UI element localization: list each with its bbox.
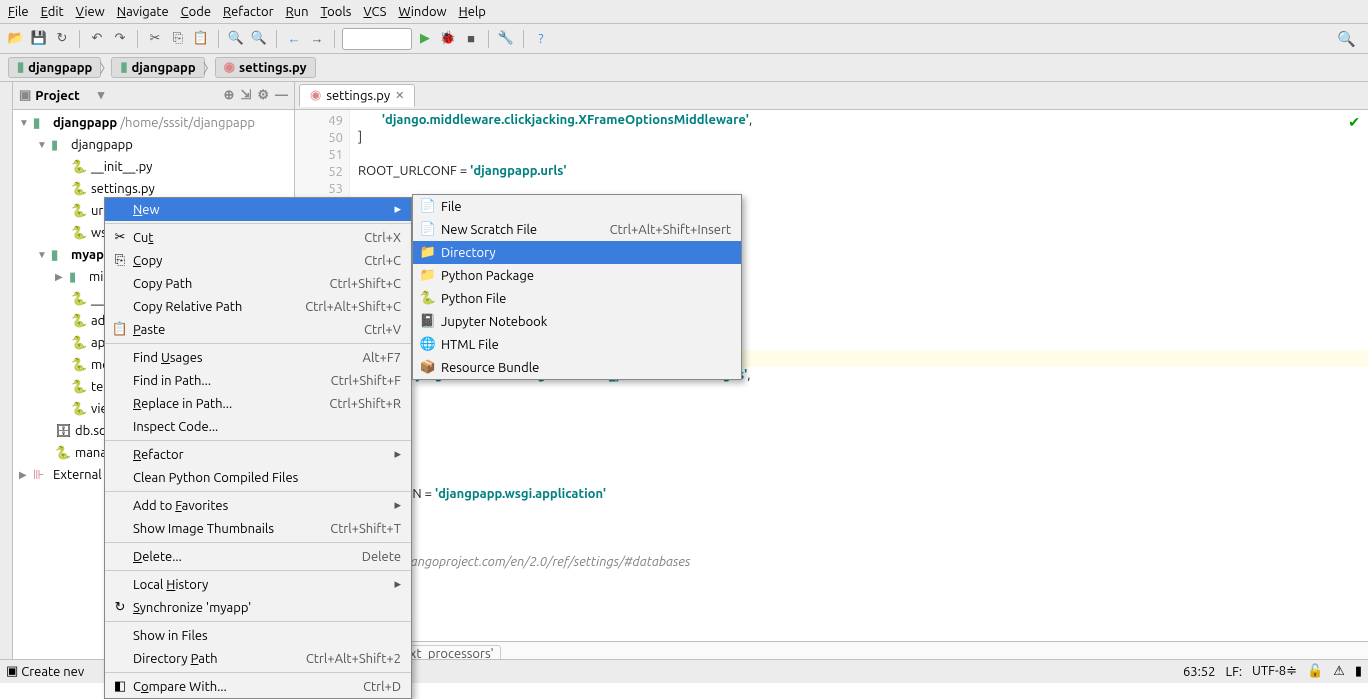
menu-edit[interactable]: Edit bbox=[41, 5, 64, 19]
menu-item[interactable]: 📋PasteCtrl+V bbox=[105, 318, 411, 341]
breadcrumb-pkg[interactable]: ▮djangpapp bbox=[111, 57, 204, 78]
menu-item[interactable]: ◧Compare With...Ctrl+D bbox=[105, 675, 411, 698]
menu-item[interactable]: Directory PathCtrl+Alt+Shift+2 bbox=[105, 647, 411, 670]
left-gutter bbox=[0, 82, 13, 665]
menu-help[interactable]: Help bbox=[459, 5, 486, 19]
menu-item[interactable]: Show Image ThumbnailsCtrl+Shift+T bbox=[105, 517, 411, 540]
new-submenu[interactable]: 📄File📄New Scratch FileCtrl+Alt+Shift+Ins… bbox=[412, 194, 742, 380]
crumb-label: settings.py bbox=[239, 61, 307, 75]
tree-label: __init__.py bbox=[91, 160, 152, 174]
menu-item[interactable]: 📁Directory bbox=[413, 241, 741, 264]
context-menu[interactable]: New▸ ✂CutCtrl+X⎘CopyCtrl+CCopy PathCtrl+S… bbox=[104, 197, 412, 699]
breadcrumb-root[interactable]: ▮djangpapp bbox=[8, 57, 101, 78]
tree-label: db.sq bbox=[75, 424, 107, 438]
status-hint-icon: ▣ bbox=[6, 664, 18, 679]
crumb-label: djangpapp bbox=[28, 61, 92, 75]
menu-item[interactable]: 📁Python Package bbox=[413, 264, 741, 287]
menu-item[interactable]: 🌐HTML File bbox=[413, 333, 741, 356]
run-icon[interactable]: ▶ bbox=[415, 29, 435, 49]
menu-item[interactable]: Replace in Path...Ctrl+Shift+R bbox=[105, 392, 411, 415]
save-icon[interactable]: 💾 bbox=[29, 29, 49, 49]
menu-run[interactable]: Run bbox=[286, 5, 309, 19]
menu-navigate[interactable]: Navigate bbox=[117, 5, 169, 19]
crumb-label: djangpapp bbox=[131, 61, 195, 75]
menu-item[interactable]: Show in Files bbox=[105, 624, 411, 647]
refresh-icon[interactable]: ↻ bbox=[52, 29, 72, 49]
hector-icon[interactable]: ⚠ bbox=[1333, 664, 1345, 679]
run-config-combo[interactable] bbox=[342, 28, 412, 50]
zoom-out-icon[interactable]: 🔍 bbox=[249, 29, 269, 49]
project-icon: ▣ bbox=[19, 88, 31, 103]
tab-settings[interactable]: ◉settings.py✕ bbox=[299, 84, 415, 107]
menu-item[interactable]: Clean Python Compiled Files bbox=[105, 466, 411, 489]
menu-item[interactable]: ⎘CopyCtrl+C bbox=[105, 249, 411, 272]
tree-label: mana bbox=[75, 446, 107, 460]
menu-item[interactable]: Find in Path...Ctrl+Shift+F bbox=[105, 369, 411, 392]
back-icon[interactable]: ← bbox=[284, 29, 304, 49]
status-sep[interactable]: LF: bbox=[1225, 665, 1242, 679]
inspection-marker[interactable]: ✔ bbox=[1348, 114, 1360, 131]
fwd-icon[interactable]: → bbox=[307, 29, 327, 49]
stop-icon[interactable]: ■ bbox=[461, 29, 481, 49]
menu-item[interactable]: Copy PathCtrl+Shift+C bbox=[105, 272, 411, 295]
menu-item[interactable]: 🐍Python File bbox=[413, 287, 741, 310]
status-text: Create nev bbox=[21, 665, 84, 679]
toolbar: 📂 💾 ↻ ↶ ↷ ✂ ⎘ 📋 🔍 🔍 ← → ▶ 🐞 ■ 🔧 ? 🔍 bbox=[0, 24, 1368, 54]
copy-icon[interactable]: ⎘ bbox=[168, 29, 188, 49]
tree-label: External bbox=[53, 468, 102, 482]
settings-icon[interactable]: 🔧 bbox=[496, 29, 516, 49]
status-encoding[interactable]: UTF-8≑ bbox=[1252, 664, 1297, 679]
paste-icon[interactable]: 📋 bbox=[191, 29, 211, 49]
menu-view[interactable]: View bbox=[76, 5, 105, 19]
menu-item[interactable]: 📄New Scratch FileCtrl+Alt+Shift+Insert bbox=[413, 218, 741, 241]
undo-icon[interactable]: ↶ bbox=[87, 29, 107, 49]
menu-item[interactable]: ✂CutCtrl+X bbox=[105, 226, 411, 249]
project-header[interactable]: ▣ Project ▾ ⊕ ⇲ ⚙ — bbox=[13, 82, 294, 110]
zoom-in-icon[interactable]: 🔍 bbox=[226, 29, 246, 49]
menu-item[interactable]: 📄File bbox=[413, 195, 741, 218]
search-icon[interactable]: 🔍 bbox=[1337, 30, 1362, 48]
menu-item[interactable]: Refactor▸ bbox=[105, 443, 411, 466]
status-position[interactable]: 63:52 bbox=[1183, 665, 1216, 679]
hide-icon[interactable]: — bbox=[275, 88, 288, 103]
menu-item[interactable]: 📓Jupyter Notebook bbox=[413, 310, 741, 333]
menu-item[interactable]: Delete...Delete bbox=[105, 545, 411, 568]
debug-icon[interactable]: 🐞 bbox=[438, 29, 458, 49]
editor-tabbar: ◉settings.py✕ bbox=[295, 82, 1368, 110]
tab-label: settings.py bbox=[326, 89, 390, 103]
menu-item[interactable]: Copy Relative PathCtrl+Alt+Shift+C bbox=[105, 295, 411, 318]
menu-item[interactable]: 📦Resource Bundle bbox=[413, 356, 741, 379]
cut-icon[interactable]: ✂ bbox=[145, 29, 165, 49]
menu-file[interactable]: File bbox=[8, 5, 29, 19]
menu-item[interactable]: ↻Synchronize 'myapp' bbox=[105, 596, 411, 619]
collapse-icon[interactable]: ⇲ bbox=[240, 88, 251, 103]
menu-tools[interactable]: Tools bbox=[321, 5, 352, 19]
redo-icon[interactable]: ↷ bbox=[110, 29, 130, 49]
breadcrumb-bar: ▮djangpapp ▮djangpapp ◉settings.py bbox=[0, 54, 1368, 82]
menu-item[interactable]: Inspect Code... bbox=[105, 415, 411, 438]
tree-label: settings.py bbox=[91, 182, 155, 196]
menu-vcs[interactable]: VCS bbox=[363, 5, 386, 19]
tree-path: /home/sssit/djangpapp bbox=[120, 116, 255, 130]
menu-window[interactable]: Window bbox=[398, 5, 446, 19]
close-icon[interactable]: ✕ bbox=[395, 89, 404, 102]
menu-item[interactable]: New▸ bbox=[105, 198, 411, 221]
gear-icon[interactable]: ⚙ bbox=[257, 88, 269, 103]
tree-label: djangpapp bbox=[71, 138, 133, 152]
menu-refactor[interactable]: Refactor bbox=[223, 5, 274, 19]
menu-item[interactable]: Find UsagesAlt+F7 bbox=[105, 346, 411, 369]
tree-label: djangpapp bbox=[53, 116, 117, 130]
open-icon[interactable]: 📂 bbox=[6, 29, 26, 49]
menu-bar[interactable]: File Edit View Navigate Code Refactor Run Tools… bbox=[0, 0, 1368, 24]
tree-label: mi bbox=[89, 270, 103, 284]
help-icon[interactable]: ? bbox=[531, 29, 551, 49]
menu-item[interactable]: Add to Favorites▸ bbox=[105, 494, 411, 517]
lock-icon[interactable]: 🔓 bbox=[1307, 664, 1323, 679]
menu-code[interactable]: Code bbox=[181, 5, 211, 19]
trash-icon[interactable]: ▮ bbox=[1355, 664, 1362, 679]
menu-item[interactable]: Local History▸ bbox=[105, 573, 411, 596]
target-icon[interactable]: ⊕ bbox=[224, 88, 235, 103]
project-title: Project bbox=[35, 89, 79, 103]
breadcrumb-file[interactable]: ◉settings.py bbox=[215, 57, 316, 78]
